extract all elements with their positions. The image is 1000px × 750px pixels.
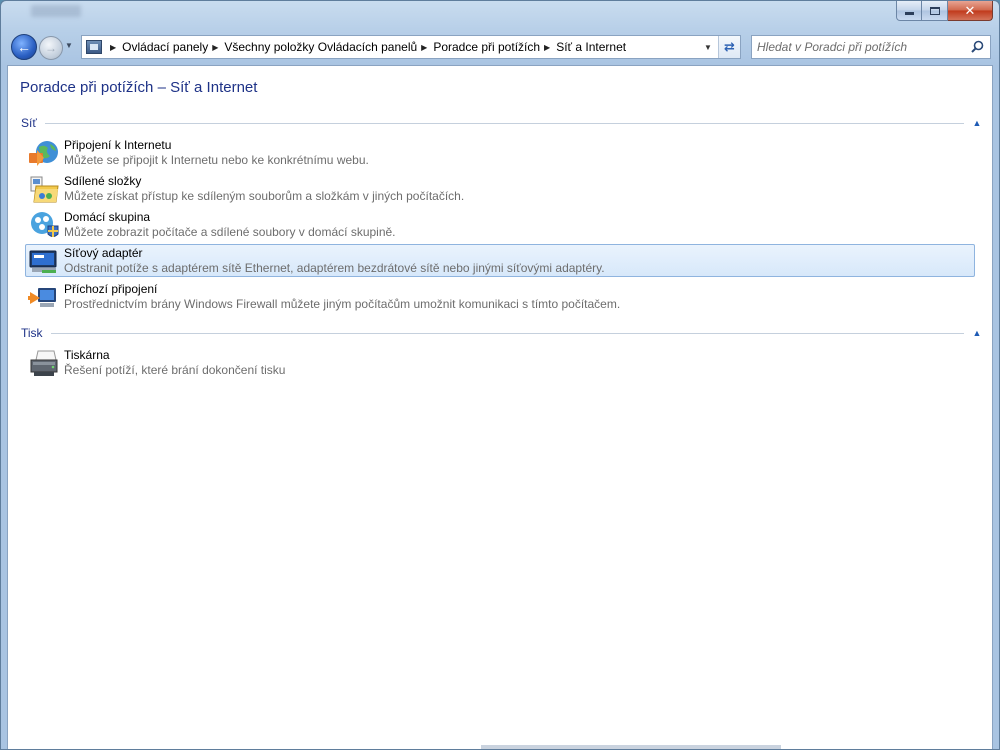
content-pane: Poradce při potížích – Síť a Internet Sí… [7, 65, 993, 749]
list-item-printer[interactable]: Tiskárna Řešení potíží, které brání doko… [25, 346, 975, 379]
chevron-down-icon: ▼ [704, 42, 712, 52]
back-button[interactable]: ← [11, 34, 37, 60]
list-item-network-adapter[interactable]: Síťový adaptér Odstranit potíže s adapté… [25, 244, 975, 277]
item-title: Sdílené složky [64, 174, 142, 188]
address-dropdown-button[interactable]: ▼ [700, 36, 716, 58]
list-item-incoming-connections[interactable]: Příchozí připojení Prostřednictvím brány… [25, 280, 975, 313]
arrow-right-icon: → [45, 41, 57, 55]
page-title: Poradce při potížích – Síť a Internet [20, 79, 258, 96]
address-bar[interactable]: ▶ Ovládací panely ▶ Všechny položky Ovlá… [81, 35, 741, 59]
list-item-shared-folders[interactable]: Sdílené složky Můžete získat přístup ke … [25, 172, 975, 205]
breadcrumb-separator-icon[interactable]: ▶ [212, 43, 218, 52]
network-adapter-icon [29, 250, 57, 273]
close-button[interactable]: ✕ [948, 1, 993, 21]
maximize-button[interactable] [922, 1, 948, 21]
item-title: Příchozí připojení [64, 282, 158, 296]
item-description: Můžete získat přístup ke sdíleným soubor… [64, 189, 465, 203]
shared-folder-icon [30, 176, 59, 203]
maximize-icon [929, 6, 940, 15]
item-description: Prostřednictvím brány Windows Firewall m… [64, 297, 621, 311]
breadcrumb-separator-icon[interactable]: ▶ [110, 43, 116, 52]
close-icon: ✕ [964, 3, 976, 18]
list-item-internet-connection[interactable]: Připojení k Internetu Můžete se připojit… [25, 136, 975, 169]
group-label: Tisk [21, 326, 43, 340]
group-header-network[interactable]: Síť ▲ [21, 115, 982, 131]
printer-icon [30, 350, 58, 376]
item-title: Připojení k Internetu [64, 138, 172, 152]
breadcrumb-separator-icon[interactable]: ▶ [421, 43, 427, 52]
refresh-icon: ⇄ [724, 39, 735, 54]
navigation-bar: ← → ▼ ▶ Ovládací panely ▶ Všechny položk… [1, 31, 999, 63]
explorer-window: ✕ ← → ▼ ▶ Ovládací panely ▶ Všechny polo… [0, 0, 1000, 750]
globe-connection-icon [29, 141, 58, 166]
forward-button[interactable]: → [39, 36, 63, 60]
breadcrumb-all-items[interactable]: Všechny položky Ovládacích panelů [224, 40, 417, 54]
homegroup-icon [31, 212, 59, 237]
breadcrumb-network-internet[interactable]: Síť a Internet [556, 40, 626, 54]
bottom-edge-blur [481, 745, 781, 749]
title-bar: ✕ [1, 1, 999, 31]
recent-pages-button[interactable]: ▼ [65, 41, 73, 50]
group-divider [44, 122, 964, 124]
control-panel-icon [86, 40, 102, 54]
arrow-left-icon: ← [17, 39, 31, 55]
refresh-button[interactable]: ⇄ [718, 36, 740, 58]
collapse-chevron-icon[interactable]: ▲ [972, 118, 982, 128]
breadcrumb-troubleshooting[interactable]: Poradce při potížích [433, 40, 540, 54]
group-label: Síť [21, 116, 37, 130]
caption-buttons: ✕ [896, 1, 993, 21]
item-title: Domácí skupina [64, 210, 151, 224]
minimize-icon [904, 12, 914, 15]
item-description: Odstranit potíže s adaptérem sítě Ethern… [64, 261, 605, 275]
breadcrumb-control-panel[interactable]: Ovládací panely [122, 40, 208, 54]
window-title-blur [31, 5, 81, 17]
search-input[interactable]: Hledat v Poradci při potížích [751, 35, 991, 59]
breadcrumb-separator-icon[interactable]: ▶ [544, 43, 550, 52]
incoming-connection-icon [28, 288, 56, 307]
collapse-chevron-icon[interactable]: ▲ [972, 328, 982, 338]
chevron-down-icon: ▼ [65, 41, 73, 50]
item-title: Síťový adaptér [64, 246, 143, 260]
minimize-button[interactable] [896, 1, 922, 21]
item-description: Můžete zobrazit počítače a sdílené soubo… [64, 225, 396, 239]
search-icon[interactable] [971, 40, 984, 53]
item-description: Můžete se připojit k Internetu nebo ke k… [64, 153, 369, 167]
item-description: Řešení potíží, které brání dokončení tis… [64, 363, 286, 377]
item-title: Tiskárna [64, 348, 110, 362]
search-placeholder: Hledat v Poradci při potížích [757, 40, 908, 54]
group-header-printing[interactable]: Tisk ▲ [21, 325, 982, 341]
group-divider [50, 332, 964, 334]
list-item-homegroup[interactable]: Domácí skupina Můžete zobrazit počítače … [25, 208, 975, 241]
